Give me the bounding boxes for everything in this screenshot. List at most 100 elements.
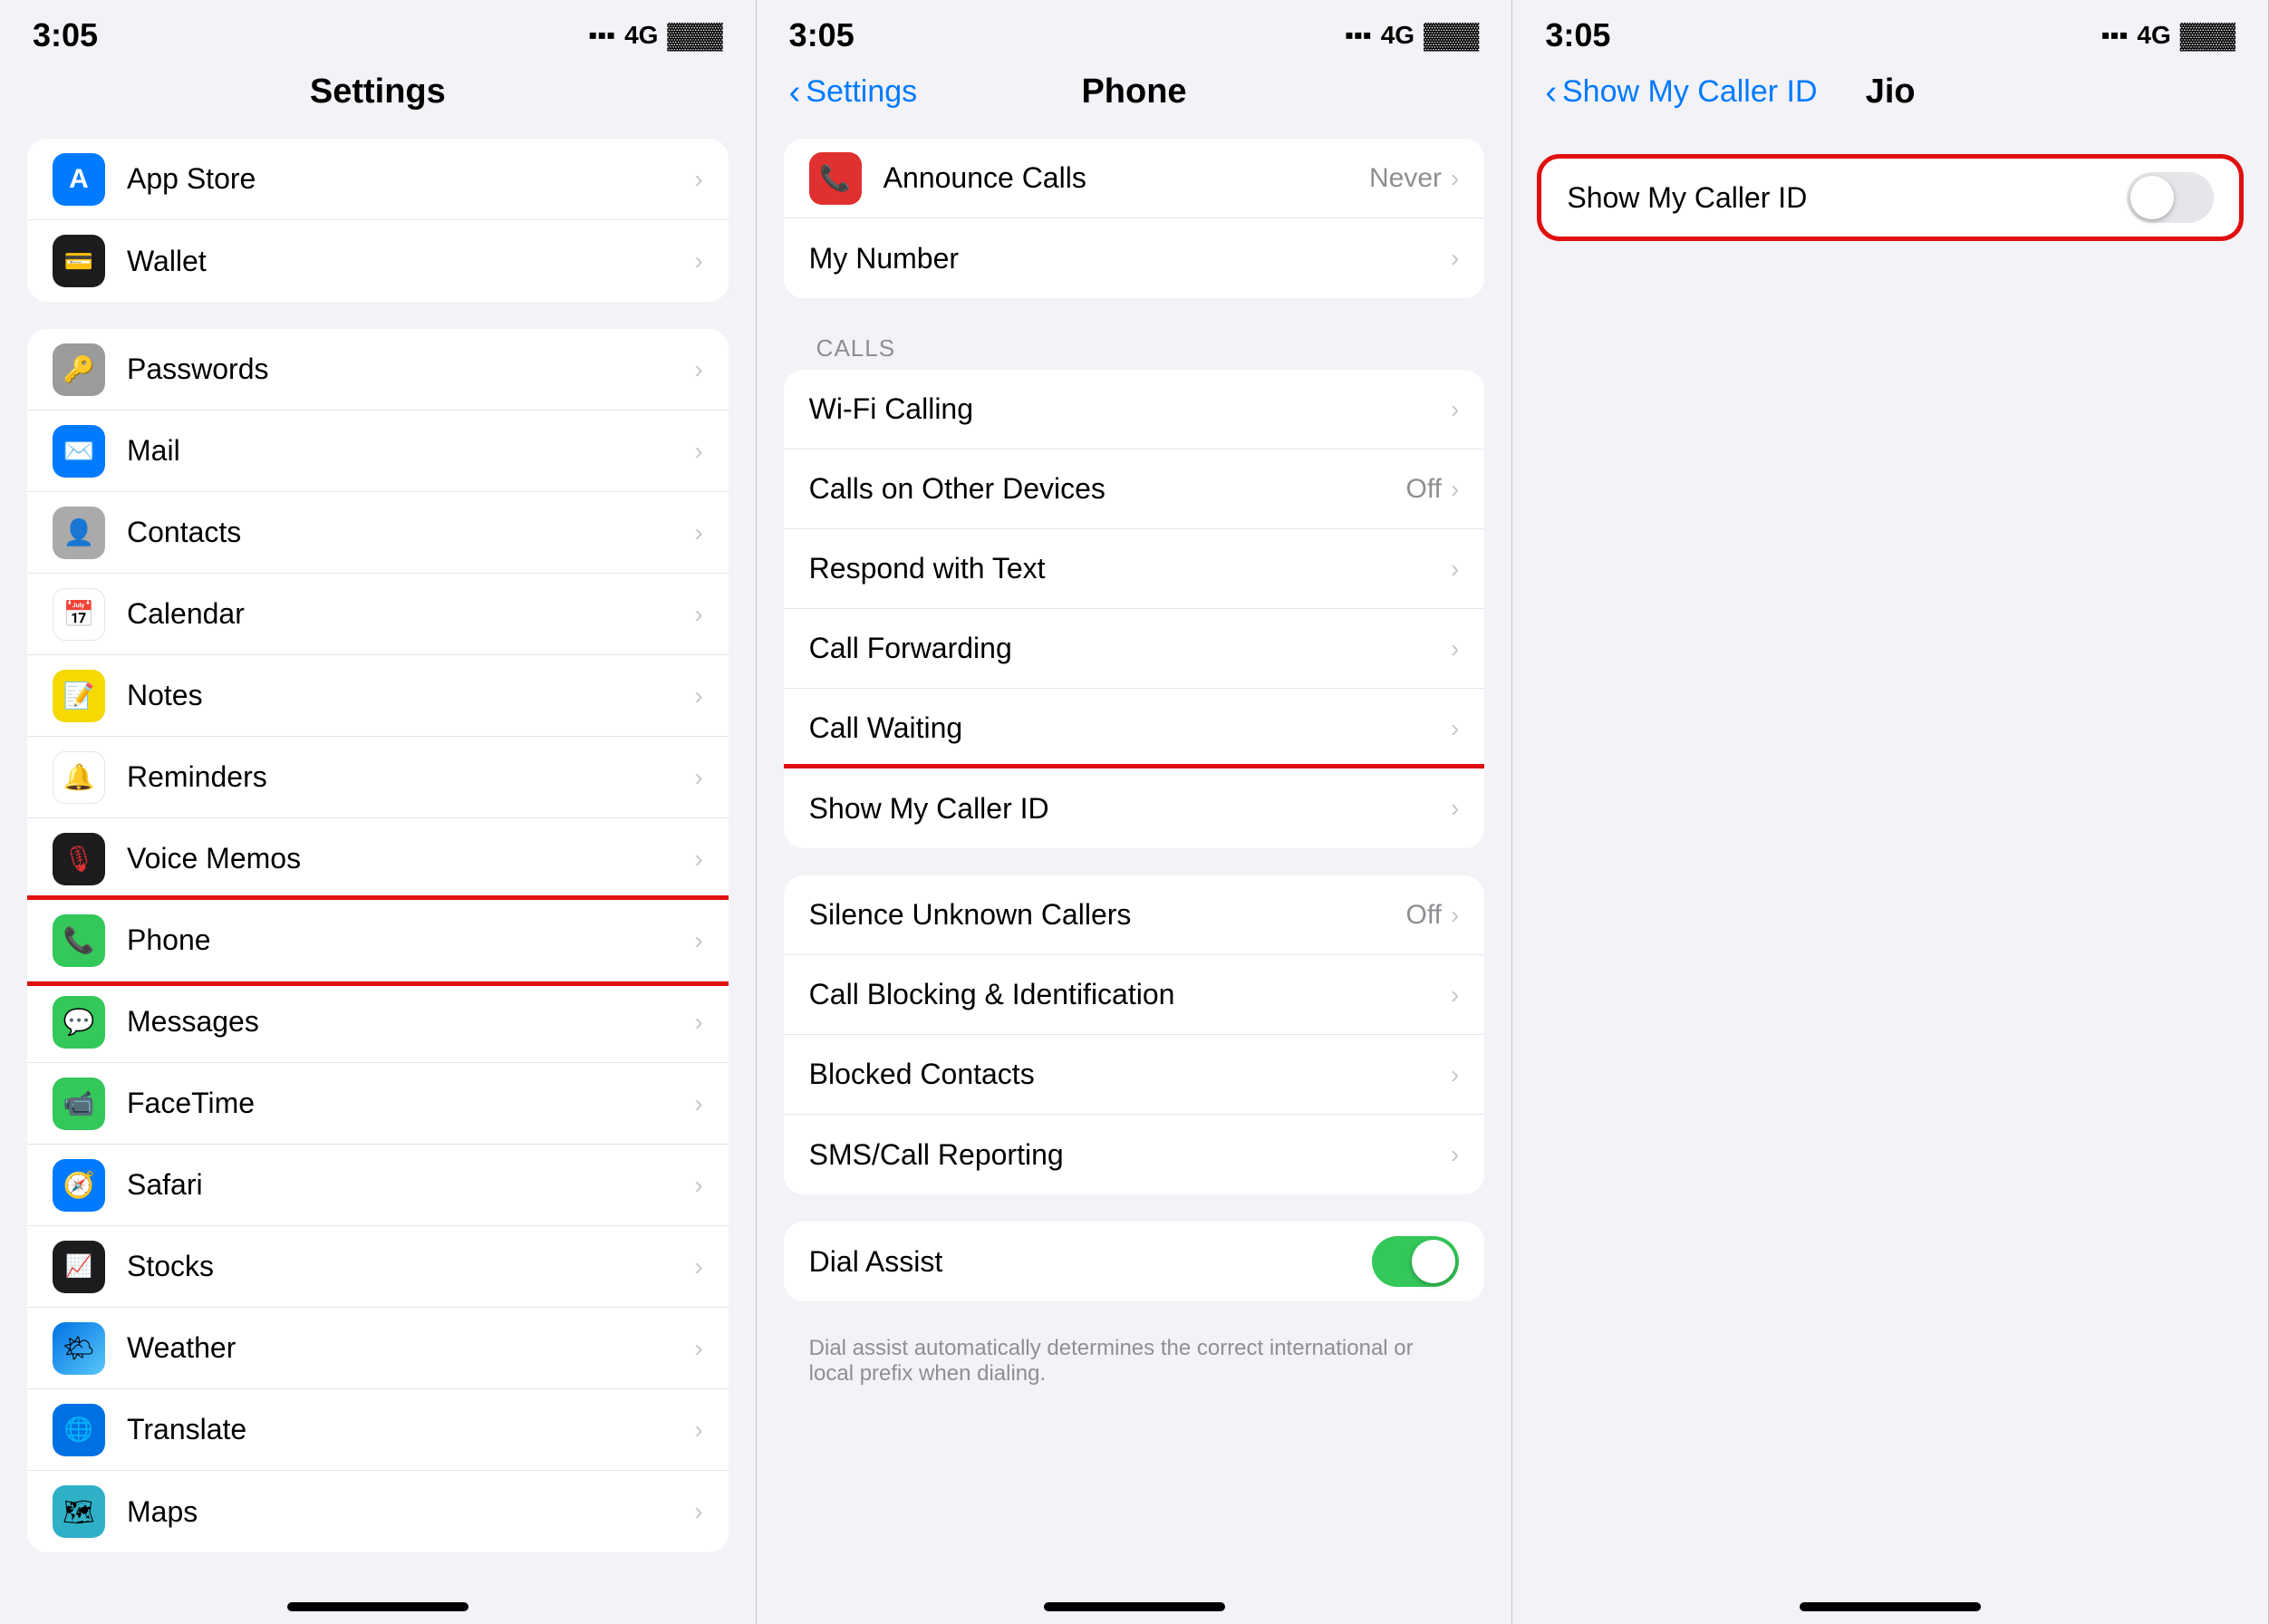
settings-item-translate[interactable]: 🌐 Translate › [27, 1389, 729, 1471]
settings-group-1: A App Store › 💳 Wallet › [27, 139, 729, 302]
network-left: 4G [624, 21, 658, 50]
safari-label: Safari [127, 1168, 694, 1202]
passwords-label: Passwords [127, 353, 694, 386]
phone-group-dial: Dial Assist [784, 1222, 1485, 1301]
announce-calls-icon: 📞 [809, 152, 862, 205]
maps-label: Maps [127, 1495, 694, 1529]
silence-unknown-value: Off [1406, 900, 1442, 931]
settings-item-phone[interactable]: 📞 Phone › [27, 900, 729, 981]
respond-text-label: Respond with Text [809, 552, 1451, 585]
phone-label: Phone [127, 923, 694, 957]
jio-title: Jio [1866, 72, 1916, 111]
call-waiting-item[interactable]: Call Waiting › [784, 689, 1485, 768]
back-button-right[interactable]: ‹ Show My Caller ID [1545, 74, 1817, 110]
settings-item-safari[interactable]: 🧭 Safari › [27, 1145, 729, 1226]
wifi-calling-item[interactable]: Wi-Fi Calling › [784, 370, 1485, 450]
announce-calls-item[interactable]: 📞 Announce Calls Never › [784, 139, 1485, 218]
contacts-label: Contacts [127, 516, 694, 549]
settings-list: A App Store › 💳 Wallet › 🔑 Passwords › [0, 130, 756, 1593]
app-store-chevron: › [694, 165, 702, 194]
back-button-middle[interactable]: ‹ Settings [789, 74, 918, 110]
dial-assist-description: Dial assist automatically determines the… [784, 1329, 1485, 1403]
settings-item-voice-memos[interactable]: 🎙 Voice Memos › [27, 818, 729, 900]
mail-label: Mail [127, 434, 694, 468]
settings-item-wallet[interactable]: 💳 Wallet › [27, 220, 729, 302]
jio-settings-list: Show My Caller ID [1512, 130, 2268, 1593]
reminders-label: Reminders [127, 760, 694, 794]
settings-item-passwords[interactable]: 🔑 Passwords › [27, 329, 729, 411]
settings-item-maps[interactable]: 🗺 Maps › [27, 1471, 729, 1552]
phone-settings-list: 📞 Announce Calls Never › My Number › CAL… [757, 130, 1512, 1593]
show-caller-id-item[interactable]: Show My Caller ID › [784, 768, 1485, 848]
stocks-label: Stocks [127, 1250, 694, 1283]
blocked-contacts-item[interactable]: Blocked Contacts › [784, 1035, 1485, 1115]
safari-icon: 🧭 [53, 1159, 105, 1212]
app-store-icon: A [53, 153, 105, 206]
battery-icon-middle: ▓▓▓ [1424, 21, 1479, 50]
voice-memos-label: Voice Memos [127, 842, 694, 875]
signal-icon-left: ▪▪▪ [588, 21, 615, 50]
settings-item-weather[interactable]: 🌤 Weather › [27, 1308, 729, 1389]
phone-title: Phone [1081, 72, 1186, 111]
silence-unknown-item[interactable]: Silence Unknown Callers Off › [784, 875, 1485, 955]
my-number-label: My Number [809, 242, 1451, 276]
sms-reporting-label: SMS/Call Reporting [809, 1138, 1451, 1172]
phone-group-calls: Wi-Fi Calling › Calls on Other Devices O… [784, 370, 1485, 848]
settings-item-calendar[interactable]: 📅 Calendar › [27, 574, 729, 655]
caller-id-row[interactable]: Show My Caller ID [1540, 157, 2241, 238]
call-forwarding-item[interactable]: Call Forwarding › [784, 609, 1485, 689]
back-chevron-middle: ‹ [789, 75, 801, 110]
network-right: 4G [2137, 21, 2170, 50]
settings-item-mail[interactable]: ✉️ Mail › [27, 411, 729, 492]
home-indicator-right [1800, 1602, 1981, 1611]
caller-id-toggle-thumb [2130, 176, 2174, 219]
weather-icon: 🌤 [53, 1322, 105, 1375]
caller-id-toggle[interactable] [2127, 172, 2214, 223]
settings-item-facetime[interactable]: 📹 FaceTime › [27, 1063, 729, 1145]
my-number-item[interactable]: My Number › [784, 218, 1485, 298]
weather-label: Weather [127, 1331, 694, 1365]
network-middle: 4G [1381, 21, 1415, 50]
settings-item-contacts[interactable]: 👤 Contacts › [27, 492, 729, 574]
passwords-icon: 🔑 [53, 343, 105, 396]
nav-bar-left: Settings [0, 63, 756, 130]
signal-icon-right: ▪▪▪ [2101, 21, 2129, 50]
back-label-middle: Settings [806, 74, 917, 110]
back-chevron-right: ‹ [1545, 75, 1557, 110]
messages-label: Messages [127, 1005, 694, 1039]
notes-icon: 📝 [53, 670, 105, 722]
back-label-right: Show My Caller ID [1562, 74, 1818, 110]
dial-assist-item[interactable]: Dial Assist [784, 1222, 1485, 1301]
dial-assist-toggle[interactable] [1372, 1236, 1459, 1287]
contacts-icon: 👤 [53, 507, 105, 559]
show-caller-id-label: Show My Caller ID [809, 792, 1451, 826]
settings-item-reminders[interactable]: 🔔 Reminders › [27, 737, 729, 818]
status-bar-middle: 3:05 ▪▪▪ 4G ▓▓▓ [757, 0, 1512, 63]
phone-panel: 3:05 ▪▪▪ 4G ▓▓▓ ‹ Settings Phone 📞 Annou… [757, 0, 1513, 1624]
settings-item-messages[interactable]: 💬 Messages › [27, 981, 729, 1063]
home-indicator-left [287, 1602, 468, 1611]
sms-reporting-item[interactable]: SMS/Call Reporting › [784, 1115, 1485, 1194]
call-forwarding-label: Call Forwarding [809, 632, 1451, 665]
settings-item-app-store[interactable]: A App Store › [27, 139, 729, 220]
announce-calls-value: Never [1369, 163, 1442, 194]
settings-item-stocks[interactable]: 📈 Stocks › [27, 1226, 729, 1308]
silence-unknown-label: Silence Unknown Callers [809, 898, 1406, 932]
phone-group-1: 📞 Announce Calls Never › My Number › [784, 139, 1485, 298]
calls-other-devices-label: Calls on Other Devices [809, 472, 1406, 506]
settings-group-2: 🔑 Passwords › ✉️ Mail › 👤 Contacts › [27, 329, 729, 1552]
calendar-icon: 📅 [53, 588, 105, 641]
messages-icon: 💬 [53, 996, 105, 1049]
calls-other-devices-item[interactable]: Calls on Other Devices Off › [784, 450, 1485, 529]
jio-panel: 3:05 ▪▪▪ 4G ▓▓▓ ‹ Show My Caller ID Jio … [1512, 0, 2269, 1624]
settings-item-notes[interactable]: 📝 Notes › [27, 655, 729, 737]
calls-other-devices-value: Off [1406, 474, 1442, 505]
facetime-label: FaceTime [127, 1087, 694, 1120]
battery-icon-left: ▓▓▓ [667, 21, 722, 50]
announce-calls-label: Announce Calls [883, 161, 1369, 195]
respond-text-item[interactable]: Respond with Text › [784, 529, 1485, 609]
status-time-middle: 3:05 [789, 16, 854, 54]
call-blocking-label: Call Blocking & Identification [809, 978, 1451, 1011]
status-bar-left: 3:05 ▪▪▪ 4G ▓▓▓ [0, 0, 756, 63]
call-blocking-item[interactable]: Call Blocking & Identification › [784, 955, 1485, 1035]
